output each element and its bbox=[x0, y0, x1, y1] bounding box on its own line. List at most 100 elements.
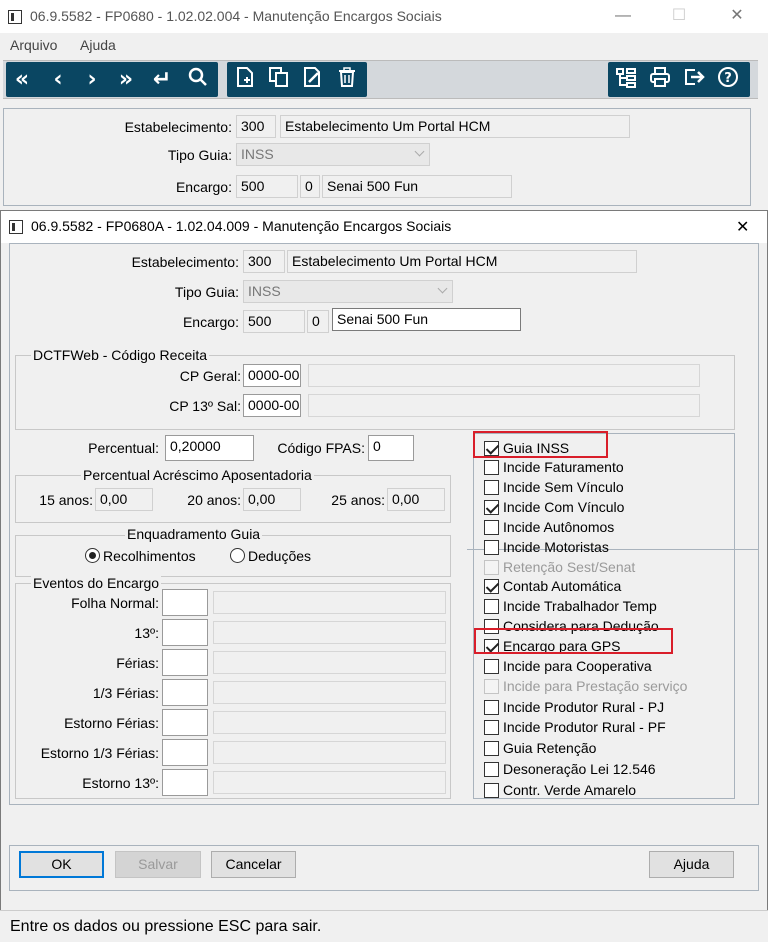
decimo-input[interactable] bbox=[162, 619, 208, 646]
dialog-tipo-guia-value: INSS bbox=[248, 283, 281, 299]
estorno-ferias-input[interactable] bbox=[162, 709, 208, 736]
new-document-icon[interactable] bbox=[231, 66, 259, 94]
checkbox-label-8[interactable]: Contab Automática bbox=[503, 578, 621, 594]
enquadramento-group-title: Enquadramento Guia bbox=[125, 526, 263, 542]
last-record-icon[interactable]: » bbox=[112, 66, 140, 94]
checkbox-16[interactable] bbox=[484, 741, 499, 756]
estorno-terco-ferias-input[interactable] bbox=[162, 739, 208, 766]
checkbox-label-6[interactable]: Incide Motoristas bbox=[503, 539, 609, 555]
encargo-code-field[interactable]: 500 bbox=[236, 175, 298, 198]
anos20-label: 20 anos: bbox=[187, 492, 241, 508]
return-icon[interactable]: ↵ bbox=[148, 66, 176, 94]
encargo-dialog: 06.9.5582 - FP0680A - 1.02.04.009 - Manu… bbox=[0, 210, 768, 942]
checkbox-label-9[interactable]: Incide Trabalhador Temp bbox=[503, 598, 657, 614]
anos15-label: 15 anos: bbox=[39, 492, 93, 508]
fpas-label: Código FPAS: bbox=[277, 440, 365, 456]
checkbox-6[interactable] bbox=[484, 540, 499, 555]
checkbox-13 bbox=[484, 679, 499, 694]
tipo-guia-select[interactable]: INSS bbox=[236, 143, 430, 166]
checkbox-9[interactable] bbox=[484, 599, 499, 614]
dialog-close-button[interactable]: ✕ bbox=[736, 217, 749, 237]
cp-13-input[interactable]: 0000-00 bbox=[243, 394, 301, 417]
print-icon[interactable] bbox=[646, 66, 674, 94]
checkbox-18[interactable] bbox=[484, 783, 499, 798]
checkbox-8[interactable] bbox=[484, 579, 499, 594]
checkbox-15[interactable] bbox=[484, 720, 499, 735]
menu-ajuda[interactable]: Ajuda bbox=[80, 37, 116, 53]
tipo-guia-value: INSS bbox=[241, 146, 274, 162]
tree-structure-icon[interactable] bbox=[612, 66, 640, 94]
anos20-field[interactable]: 0,00 bbox=[243, 488, 301, 511]
checkbox-label-15[interactable]: Incide Produtor Rural - PF bbox=[503, 719, 666, 735]
help-icon[interactable]: ? bbox=[714, 66, 742, 94]
ferias-input[interactable] bbox=[162, 649, 208, 676]
cp-geral-input[interactable]: 0000-00 bbox=[243, 364, 301, 387]
menu-arquivo[interactable]: Arquivo bbox=[10, 37, 57, 53]
checkbox-3[interactable] bbox=[484, 480, 499, 495]
checkbox-17[interactable] bbox=[484, 762, 499, 777]
fpas-input[interactable]: 0 bbox=[368, 435, 414, 461]
checkbox-label-16[interactable]: Guia Retenção bbox=[503, 740, 596, 756]
exit-icon[interactable] bbox=[680, 66, 708, 94]
checkbox-label-5[interactable]: Incide Autônomos bbox=[503, 519, 614, 535]
deducoes-radio[interactable] bbox=[230, 548, 245, 563]
ferias-label: Férias: bbox=[116, 655, 159, 671]
checkbox-label-4[interactable]: Incide Com Vínculo bbox=[503, 499, 624, 515]
checkbox-label-7: Retenção Sest/Senat bbox=[503, 559, 636, 575]
checkbox-2[interactable] bbox=[484, 460, 499, 475]
delete-icon[interactable] bbox=[333, 66, 361, 94]
dialog-encargo-code-field[interactable]: 500 bbox=[243, 310, 305, 333]
percentual-input[interactable]: 0,20000 bbox=[165, 435, 254, 461]
checkbox-12[interactable] bbox=[484, 659, 499, 674]
edit-document-icon[interactable] bbox=[299, 66, 327, 94]
dialog-encargo-seq-field[interactable]: 0 bbox=[307, 310, 329, 333]
checkbox-4[interactable] bbox=[484, 500, 499, 515]
checkbox-label-14[interactable]: Incide Produtor Rural - PJ bbox=[503, 699, 664, 715]
terco-ferias-input[interactable] bbox=[162, 679, 208, 706]
cancelar-button[interactable]: Cancelar bbox=[211, 851, 296, 878]
recolhimentos-radio[interactable] bbox=[85, 548, 100, 563]
anos25-field[interactable]: 0,00 bbox=[387, 488, 445, 511]
dialog-estabelecimento-code-field[interactable]: 300 bbox=[243, 250, 285, 273]
checkbox-5[interactable] bbox=[484, 520, 499, 535]
toolbar-edit-group bbox=[227, 62, 367, 97]
dialog-estabelecimento-name-field: Estabelecimento Um Portal HCM bbox=[287, 250, 637, 273]
dialog-encargo-desc-field[interactable]: Senai 500 Fun bbox=[332, 308, 521, 331]
checkbox-label-17[interactable]: Desoneração Lei 12.546 bbox=[503, 761, 656, 777]
salvar-button[interactable]: Salvar bbox=[115, 851, 201, 878]
anos15-field[interactable]: 0,00 bbox=[95, 488, 153, 511]
checkbox-label-2[interactable]: Incide Faturamento bbox=[503, 459, 624, 475]
prev-record-icon[interactable]: ‹ bbox=[44, 66, 72, 94]
estabelecimento-code-field[interactable]: 300 bbox=[236, 115, 276, 138]
encargo-seq-field[interactable]: 0 bbox=[300, 175, 320, 198]
checkbox-label-12[interactable]: Incide para Cooperativa bbox=[503, 658, 652, 674]
estorno-decimo-label: Estorno 13º: bbox=[82, 775, 159, 791]
search-icon[interactable] bbox=[184, 66, 212, 94]
dialog-title-bar: 06.9.5582 - FP0680A - 1.02.04.009 - Manu… bbox=[1, 211, 767, 243]
close-button[interactable]: ✕ bbox=[714, 4, 760, 28]
cp-geral-description bbox=[308, 364, 700, 387]
deducoes-label[interactable]: Deduções bbox=[248, 548, 311, 564]
highlight-encargo-gps bbox=[474, 628, 673, 654]
dialog-tipo-guia-select[interactable]: INSS bbox=[243, 280, 453, 303]
ok-button[interactable]: OK bbox=[19, 851, 104, 878]
recolhimentos-label[interactable]: Recolhimentos bbox=[103, 548, 196, 564]
estorno-decimo-input[interactable] bbox=[162, 769, 208, 796]
terco-ferias-label: 1/3 Férias: bbox=[92, 685, 159, 701]
checkbox-7 bbox=[484, 560, 499, 575]
folha-normal-label: Folha Normal: bbox=[71, 595, 159, 611]
folha-normal-input[interactable] bbox=[162, 589, 208, 616]
decimo-description bbox=[213, 621, 446, 644]
acrescimo-group-title: Percentual Acréscimo Aposentadoria bbox=[81, 467, 314, 483]
maximize-button[interactable]: ☐ bbox=[656, 4, 702, 28]
checkbox-label-3[interactable]: Incide Sem Vínculo bbox=[503, 479, 624, 495]
checkbox-label-18[interactable]: Contr. Verde Amarelo bbox=[503, 782, 636, 798]
next-record-icon[interactable]: › bbox=[78, 66, 106, 94]
first-record-icon[interactable]: « bbox=[8, 66, 36, 94]
ajuda-button[interactable]: Ajuda bbox=[649, 851, 734, 878]
estorno-decimo-description bbox=[213, 771, 446, 794]
checkbox-14[interactable] bbox=[484, 700, 499, 715]
dialog-encargo-label: Encargo: bbox=[182, 314, 239, 330]
copy-document-icon[interactable] bbox=[265, 66, 293, 94]
minimize-button[interactable]: — bbox=[600, 4, 646, 28]
